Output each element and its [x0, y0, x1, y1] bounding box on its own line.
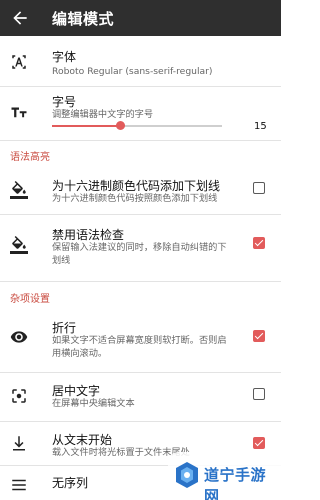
font-setting-row[interactable]: 字体 Roboto Regular (sans-serif-regular): [0, 36, 281, 86]
section-header-syntax: 语法高亮: [10, 152, 50, 163]
app-bar: 编辑模式: [0, 0, 281, 36]
hex-underline-checkbox[interactable]: [253, 182, 265, 194]
watermark-logo-icon: [176, 462, 198, 488]
hex-underline-desc: 为十六进制颜色代码按照颜色添加下划线: [52, 193, 218, 204]
font-value: Roboto Regular (sans-serif-regular): [52, 66, 213, 77]
arrow-left-icon[interactable]: [10, 8, 30, 28]
center-focus-icon: [12, 389, 26, 403]
divider: [0, 281, 281, 282]
center-text-desc: 在屏幕中央编辑文本: [52, 398, 135, 409]
word-wrap-desc: 如果文字不适合屏幕宽度则软打断。否则启用横向滚动。: [52, 335, 227, 359]
word-wrap-checkbox[interactable]: [253, 330, 265, 342]
center-text-row[interactable]: 居中文字 在屏幕中央编辑文本: [0, 373, 281, 421]
hex-underline-row[interactable]: 为十六进制颜色代码添加下划线 为十六进制颜色代码按照颜色添加下划线: [0, 166, 281, 214]
slider-fill: [52, 125, 120, 127]
eye-icon: [10, 331, 28, 343]
slider-thumb[interactable]: [116, 121, 125, 130]
font-size-desc: 调整编辑器中文字的字号: [52, 109, 154, 120]
format-color-icon: [10, 181, 28, 199]
text-size-icon: [11, 107, 27, 118]
font-icon: [12, 55, 26, 69]
list-icon: [12, 479, 26, 491]
watermark-text: 道宁手游网: [204, 466, 267, 500]
font-size-row: 字号 调整编辑器中文字的字号: [0, 87, 281, 137]
disable-spellcheck-desc: 保留输入法建议的同时，移除自动纠错的下划线: [52, 242, 227, 266]
unordered-title: 无序列: [52, 476, 89, 490]
font-size-value: 15: [254, 121, 267, 132]
arrow-down-bar-icon: [13, 436, 25, 451]
divider: [0, 140, 281, 141]
disable-spellcheck-checkbox[interactable]: [253, 237, 265, 249]
watermark: 道宁手游网: [168, 452, 281, 500]
center-text-checkbox[interactable]: [253, 388, 265, 400]
section-header-misc: 杂项设置: [10, 294, 50, 305]
start-from-end-checkbox[interactable]: [253, 437, 265, 449]
format-color-icon: [10, 236, 28, 254]
page-title: 编辑模式: [52, 10, 115, 28]
font-size-slider[interactable]: [52, 121, 222, 130]
disable-spellcheck-row[interactable]: 禁用语法检查 保留输入法建议的同时，移除自动纠错的下划线: [0, 215, 281, 277]
word-wrap-row[interactable]: 折行 如果文字不适合屏幕宽度则软打断。否则启用横向滚动。: [0, 308, 281, 370]
font-title: 字体: [52, 50, 77, 64]
